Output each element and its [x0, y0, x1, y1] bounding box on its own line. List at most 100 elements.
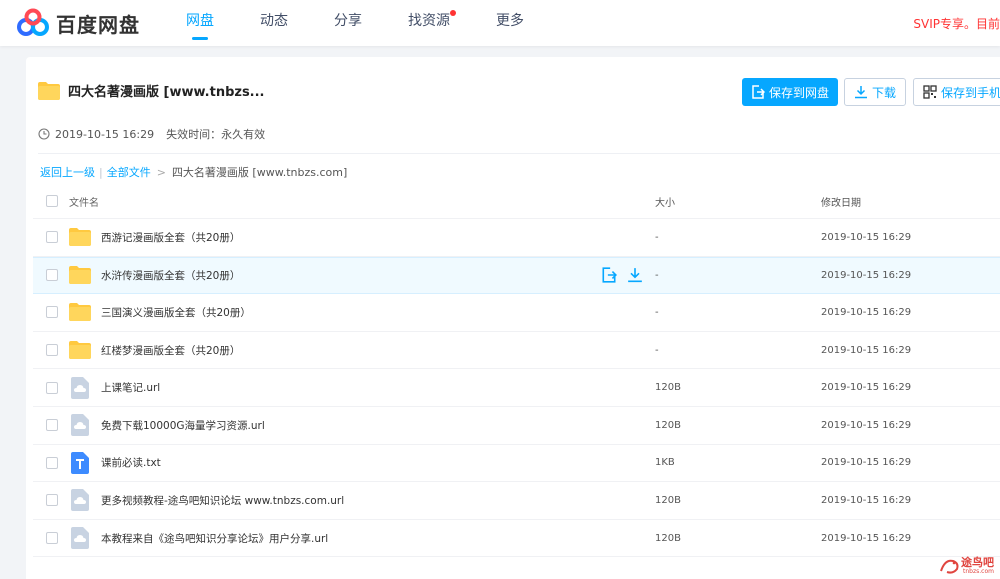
- file-size: -: [655, 344, 659, 356]
- file-row[interactable]: 上课笔记.url 120B 2019-10-15 16:29: [33, 369, 1000, 407]
- row-actions: [601, 258, 653, 294]
- file-name[interactable]: 本教程来自《途鸟吧知识分享论坛》用户分享.url: [101, 531, 328, 546]
- baidu-netdisk-logo-icon: [17, 8, 49, 36]
- folder-icon: [69, 341, 91, 360]
- main-nav: 网盘 动态 分享 找资源 更多: [186, 0, 570, 46]
- file-row-checkbox[interactable]: [46, 306, 58, 319]
- row-download-button[interactable]: [627, 267, 643, 283]
- nav-item-activity[interactable]: 动态: [260, 0, 288, 46]
- file-name[interactable]: 上课笔记.url: [101, 380, 160, 395]
- qr-code-icon: [923, 85, 937, 99]
- file-type-icon: [69, 226, 91, 248]
- file-modified-date: 2019-10-15 16:29: [821, 269, 912, 281]
- file-row-checkbox[interactable]: [46, 381, 58, 394]
- save-to-phone-button[interactable]: 保存到手机: [913, 78, 1000, 106]
- file-modified-date: 2019-10-15 16:29: [821, 231, 912, 243]
- file-modified-date: 2019-10-15 16:29: [821, 532, 912, 544]
- row-save-button[interactable]: [601, 267, 617, 284]
- file-row[interactable]: 更多视频教程-途鸟吧知识论坛 www.tnbzs.com.url 120B 2019…: [33, 482, 1000, 520]
- file-name-cell[interactable]: 本教程来自《途鸟吧知识分享论坛》用户分享.url: [69, 520, 328, 557]
- file-modified-date: 2019-10-15 16:29: [821, 457, 912, 469]
- column-header-size[interactable]: 大小: [655, 184, 675, 218]
- file-type-icon: [69, 451, 91, 474]
- file-name-cell[interactable]: 水浒传漫画版全套（共20册）: [69, 258, 240, 294]
- file-type-icon: [69, 414, 91, 437]
- clock-icon: [38, 128, 50, 140]
- file-name-cell[interactable]: 西游记漫画版全套（共20册）: [69, 219, 240, 256]
- download-label: 下载: [872, 85, 897, 100]
- nav-item-find-resources[interactable]: 找资源: [408, 0, 456, 46]
- file-name-cell[interactable]: 更多视频教程-途鸟吧知识论坛 www.tnbzs.com.url: [69, 482, 344, 519]
- download-icon: [628, 268, 642, 283]
- top-nav: 百度网盘 网盘 动态 分享 找资源 更多 SVIP专享。目前: [0, 0, 1000, 46]
- file-size: 120B: [655, 494, 681, 506]
- file-row[interactable]: 水浒传漫画版全套（共20册） - 2019-10-15 16:29: [33, 256, 1000, 295]
- file-modified-date: 2019-10-15 16:29: [821, 344, 912, 356]
- share-header: 四大名著漫画版 [www.tnbzs...: [38, 81, 265, 100]
- logo-text: 百度网盘: [56, 12, 140, 37]
- file-name[interactable]: 水浒传漫画版全套（共20册）: [101, 268, 240, 283]
- file-modified-date: 2019-10-15 16:29: [821, 306, 912, 318]
- file-name-cell[interactable]: 课前必读.txt: [69, 445, 161, 482]
- file-modified-date: 2019-10-15 16:29: [821, 494, 912, 506]
- nav-item-find-resources-label: 找资源: [408, 13, 450, 29]
- breadcrumb-back-link[interactable]: 返回上一级: [40, 164, 95, 180]
- file-row[interactable]: 课前必读.txt 1KB 2019-10-15 16:29: [33, 445, 1000, 483]
- select-all-checkbox[interactable]: [46, 195, 58, 207]
- file-modified-date: 2019-10-15 16:29: [821, 382, 912, 394]
- save-to-netdisk-label: 保存到网盘: [769, 85, 830, 100]
- share-created-time: 2019-10-15 16:29: [55, 127, 155, 141]
- save-icon: [602, 267, 617, 284]
- nav-item-more[interactable]: 更多: [496, 0, 524, 46]
- file-size: 120B: [655, 532, 681, 544]
- nav-item-netdisk[interactable]: 网盘: [186, 0, 214, 46]
- file-row[interactable]: 三国演义漫画版全套（共20册） - 2019-10-15 16:29: [33, 294, 1000, 332]
- file-name[interactable]: 更多视频教程-途鸟吧知识论坛 www.tnbzs.com.url: [101, 493, 344, 508]
- folder-icon: [69, 266, 91, 285]
- expire-label: 失效时间：: [166, 128, 222, 141]
- file-row-checkbox[interactable]: [46, 231, 58, 244]
- file-row-checkbox[interactable]: [46, 419, 58, 432]
- breadcrumb-current: 四大名著漫画版 [www.tnbzs.com]: [171, 166, 348, 179]
- share-title: 四大名著漫画版 [www.tnbzs...: [68, 85, 265, 100]
- column-header-date[interactable]: 修改日期: [821, 184, 861, 218]
- file-type-icon: [69, 339, 91, 361]
- watermark-logo-icon: [940, 559, 959, 574]
- folder-icon: [38, 81, 60, 100]
- file-row-checkbox[interactable]: [46, 456, 58, 469]
- watermark-text: 途鸟吧: [961, 556, 994, 569]
- file-name[interactable]: 红楼梦漫画版全套（共20册）: [101, 343, 240, 358]
- logo[interactable]: 百度网盘: [16, 8, 140, 38]
- expire-value: 永久有效: [221, 128, 266, 141]
- file-row[interactable]: 免费下载10000G海量学习资源.url 120B 2019-10-15 16:29: [33, 407, 1000, 445]
- breadcrumb-all-files-link[interactable]: 全部文件: [107, 164, 151, 180]
- column-header-name[interactable]: 文件名: [69, 184, 99, 218]
- breadcrumb: 返回上一级 | 全部文件 > 四大名著漫画版 [www.tnbzs.com]: [40, 164, 347, 180]
- file-name-cell[interactable]: 免费下载10000G海量学习资源.url: [69, 407, 265, 444]
- nav-item-share[interactable]: 分享: [334, 0, 362, 46]
- file-name[interactable]: 免费下载10000G海量学习资源.url: [101, 418, 265, 433]
- file-name-cell[interactable]: 上课笔记.url: [69, 369, 160, 406]
- file-size: 120B: [655, 419, 681, 431]
- file-name-cell[interactable]: 红楼梦漫画版全套（共20册）: [69, 332, 240, 369]
- file-name[interactable]: 三国演义漫画版全套（共20册）: [101, 305, 251, 320]
- save-to-netdisk-button[interactable]: 保存到网盘: [742, 78, 839, 106]
- save-icon: [752, 85, 765, 99]
- download-button[interactable]: 下载: [844, 78, 907, 106]
- notification-dot-icon: [450, 10, 456, 16]
- file-size: -: [655, 306, 659, 318]
- file-row-checkbox[interactable]: [46, 269, 58, 282]
- file-row-checkbox[interactable]: [46, 532, 58, 545]
- file-row[interactable]: 红楼梦漫画版全套（共20册） - 2019-10-15 16:29: [33, 332, 1000, 370]
- file-row[interactable]: 本教程来自《途鸟吧知识分享论坛》用户分享.url 120B 2019-10-15 1…: [33, 520, 1000, 558]
- svip-link[interactable]: SVIP专享。目前: [913, 15, 1000, 32]
- file-type-icon: [69, 376, 91, 399]
- file-name[interactable]: 西游记漫画版全套（共20册）: [101, 230, 240, 245]
- file-name[interactable]: 课前必读.txt: [101, 455, 161, 470]
- file-row-checkbox[interactable]: [46, 494, 58, 507]
- file-row[interactable]: 西游记漫画版全套（共20册） - 2019-10-15 16:29: [33, 219, 1000, 257]
- file-row-checkbox[interactable]: [46, 344, 58, 357]
- breadcrumb-separator: |: [99, 165, 103, 179]
- file-name-cell[interactable]: 三国演义漫画版全套（共20册）: [69, 294, 251, 331]
- file-type-icon: [69, 264, 91, 286]
